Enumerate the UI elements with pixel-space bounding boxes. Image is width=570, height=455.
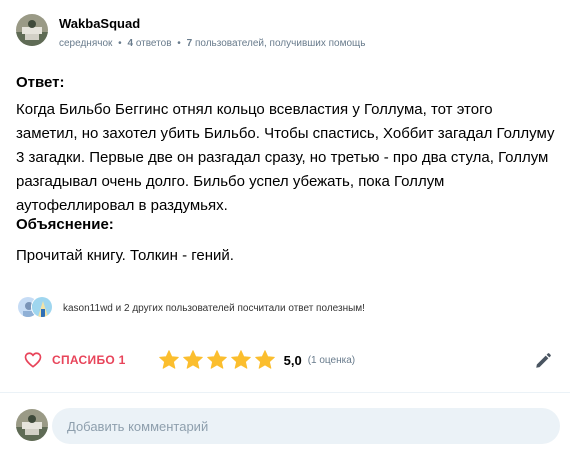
explanation-text: Прочитай книгу. Толкин - гений. [16, 247, 234, 264]
author-rank: середнячок [59, 38, 113, 49]
author-name[interactable]: WakbaSquad [59, 15, 366, 33]
answer-text: Когда Бильбо Беггинс отнял кольцо всевла… [16, 101, 555, 214]
heart-icon[interactable] [24, 351, 42, 369]
pencil-icon[interactable] [534, 352, 552, 370]
rating-stars[interactable] [158, 349, 278, 371]
star-icon[interactable] [182, 349, 204, 371]
thanks-info: kason11wd и 2 других пользователей посчи… [17, 296, 365, 320]
star-icon[interactable] [230, 349, 252, 371]
meta-separator: • [177, 38, 181, 49]
meta-separator: • [118, 38, 122, 49]
avatar [31, 296, 53, 318]
rating-count: (1 оценка) [307, 354, 356, 366]
thanked-users-avatars [17, 296, 57, 320]
avatar [16, 409, 48, 441]
helped-count: 7 [186, 38, 193, 49]
star-icon[interactable] [206, 349, 228, 371]
author-meta: середнячок • 4 ответов • 7 пользователей… [59, 38, 366, 49]
star-icon[interactable] [254, 349, 276, 371]
helped-label: пользователей, получивших помощь [194, 38, 366, 49]
thanks-button[interactable]: СПАСИБО 1 [52, 353, 126, 367]
star-icon[interactable] [158, 349, 180, 371]
avatar[interactable] [16, 14, 48, 46]
answer-title: Ответ: [16, 74, 65, 91]
author-header: WakbaSquad середнячок • 4 ответов • 7 по… [16, 14, 366, 49]
thanks-info-text: kason11wd и 2 других пользователей посчи… [63, 302, 365, 314]
comment-input[interactable] [52, 408, 560, 444]
rating-value: 5,0 [283, 352, 302, 368]
divider [0, 392, 570, 393]
answer-actions: СПАСИБО 1 5,0 (1 оценка) [24, 349, 355, 371]
explanation-title: Объяснение: [16, 216, 114, 233]
answers-label: ответов [135, 38, 172, 49]
answers-count: 4 [127, 38, 134, 49]
